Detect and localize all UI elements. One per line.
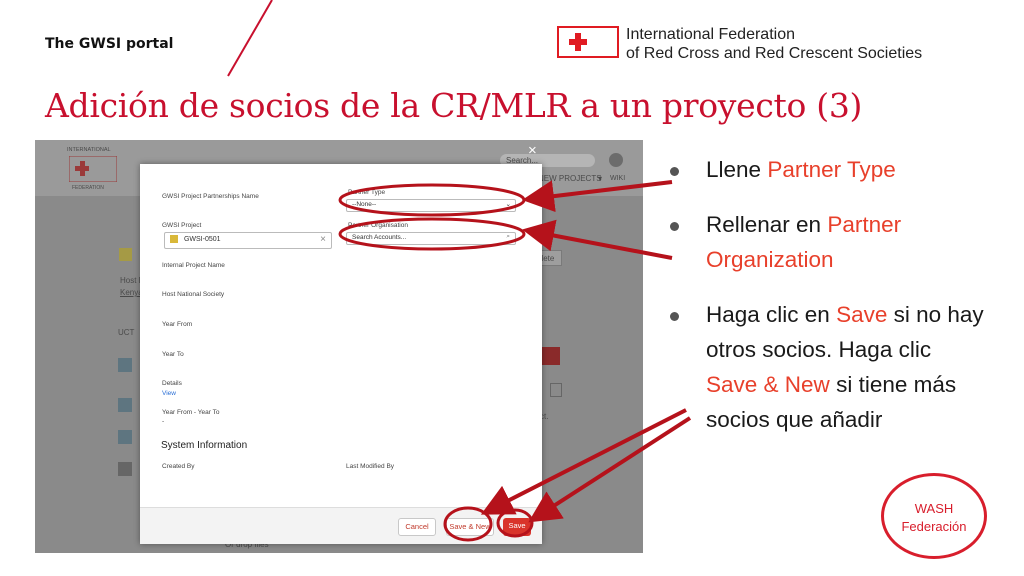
- arrow-save-new: [480, 408, 687, 515]
- instruction-partner-org: Rellenar en Partner Organization: [668, 207, 988, 277]
- b3-highlight-save-new: Save & New: [706, 372, 830, 397]
- arrow-save: [528, 416, 692, 523]
- b1-text: Llene: [706, 157, 768, 182]
- partner-type-highlight: [338, 183, 526, 217]
- arrow-partner-type: [522, 180, 673, 213]
- save-new-highlight: [443, 506, 493, 542]
- bullet-dot: [670, 312, 679, 321]
- wash-badge: WASH Federación: [881, 473, 987, 559]
- save-highlight: [496, 508, 534, 538]
- bullet-dot: [670, 222, 679, 231]
- partner-org-highlight: [338, 217, 526, 251]
- b2-text: Rellenar en: [706, 212, 828, 237]
- b1-highlight: Partner Type: [767, 157, 896, 182]
- wash-line2: Federación: [901, 519, 967, 534]
- instruction-save: Haga clic en Save si no hay otros socios…: [668, 297, 988, 437]
- instruction-list: Llene Partner Type Rellenar en Partner O…: [668, 152, 988, 457]
- wash-line1: WASH: [914, 501, 954, 516]
- bullet-dot: [670, 167, 679, 176]
- instruction-partner-type: Llene Partner Type: [668, 152, 988, 187]
- b3-text: Haga clic en: [706, 302, 837, 327]
- arrow-partner-org: [522, 219, 673, 260]
- b3-highlight-save: Save: [836, 302, 888, 327]
